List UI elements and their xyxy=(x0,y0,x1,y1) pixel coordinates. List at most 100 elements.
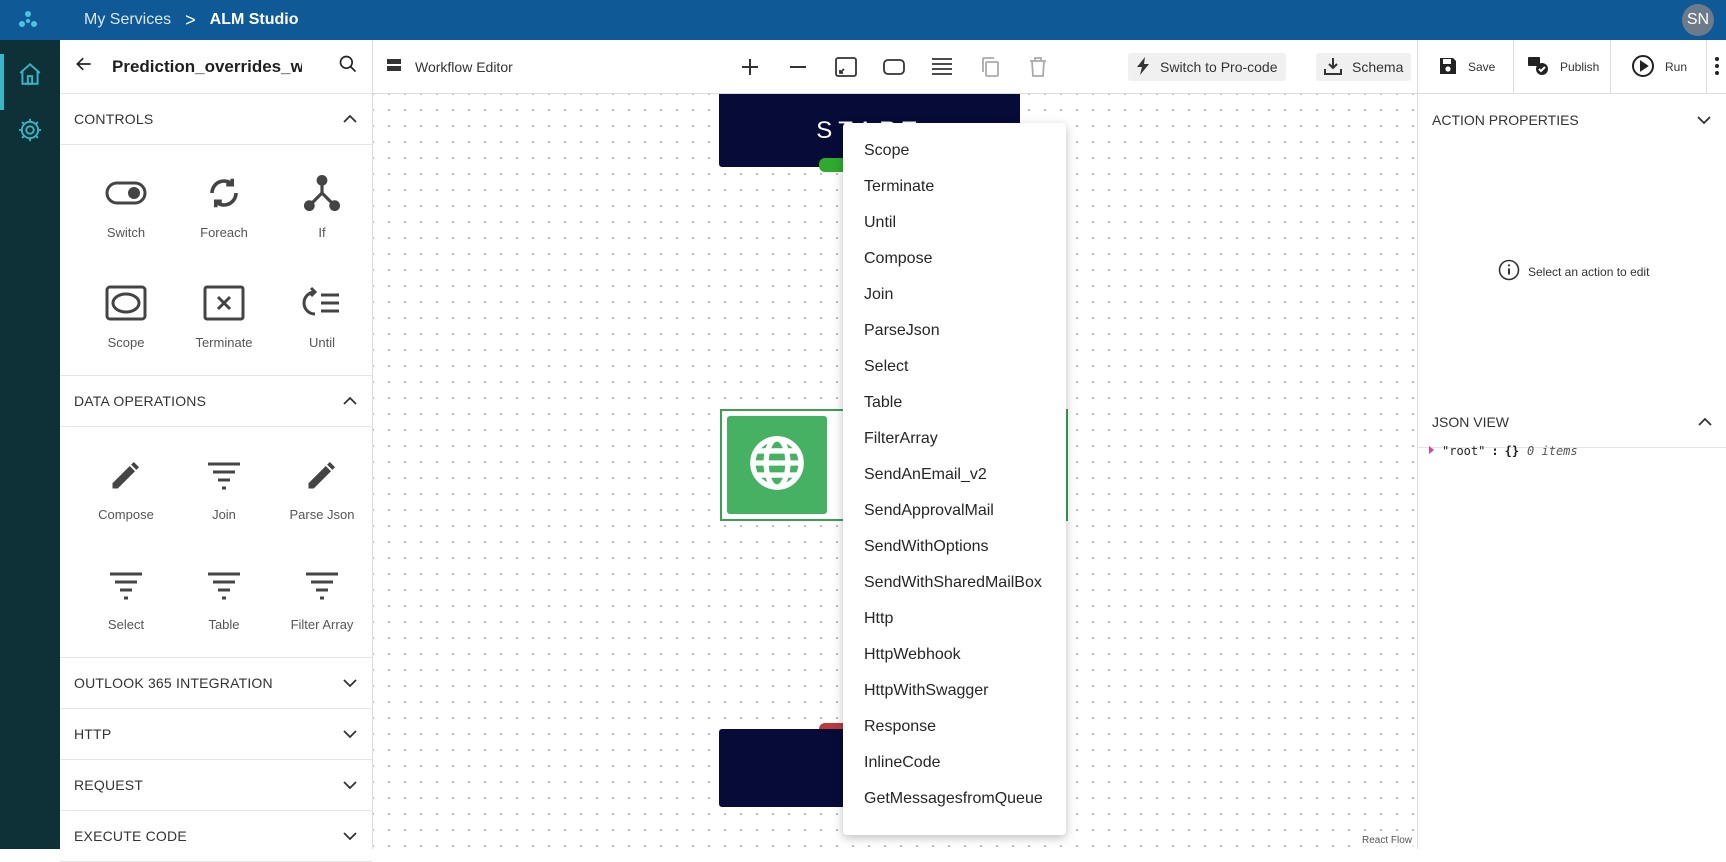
dropdown-item[interactable]: SendWithOptions xyxy=(843,529,1066,565)
dropdown-item[interactable]: HttpWebhook xyxy=(843,637,1066,673)
rail-settings[interactable] xyxy=(0,104,60,160)
http-node-badge xyxy=(727,416,827,514)
copy-icon[interactable] xyxy=(978,55,1002,79)
chevron-down-icon xyxy=(342,726,358,742)
section-data-operations-header[interactable]: DATA OPERATIONS xyxy=(60,376,372,427)
dropdown-item[interactable]: Table xyxy=(843,385,1066,421)
toolbar-title: Workflow Editor xyxy=(415,58,513,75)
list-lines-icon[interactable] xyxy=(930,55,954,79)
dropdown-item[interactable]: Until xyxy=(843,205,1066,241)
tile-if[interactable]: If xyxy=(273,155,371,265)
breadcrumb-my-services[interactable]: My Services xyxy=(84,11,171,29)
dropdown-item[interactable]: Scope xyxy=(843,133,1066,169)
json-root-line[interactable]: "root" : {} 0 items xyxy=(1428,444,1578,458)
switch-to-pro-code-button[interactable]: Switch to Pro-code xyxy=(1128,53,1286,81)
tile-label: If xyxy=(318,225,326,240)
tile-label: Filter Array xyxy=(290,617,354,632)
tile-switch[interactable]: Switch xyxy=(77,155,175,265)
dropdown-item[interactable]: HttpWithSwagger xyxy=(843,673,1066,709)
json-item-count: 0 items xyxy=(1527,444,1578,458)
dropdown-item[interactable]: Select xyxy=(843,349,1066,385)
chevron-down-icon xyxy=(342,777,358,793)
save-button[interactable]: Save xyxy=(1417,40,1513,94)
chevron-up-icon xyxy=(342,111,358,127)
app-logo-icon[interactable] xyxy=(0,0,56,40)
tile-parse-json[interactable]: Parse Json xyxy=(273,437,371,547)
trash-icon[interactable] xyxy=(1026,55,1050,79)
chevron-up-icon xyxy=(1697,414,1713,430)
filter-lines-icon xyxy=(202,563,246,607)
section-outlook-header[interactable]: OUTLOOK 365 INTEGRATION xyxy=(60,658,372,709)
tile-label: Compose xyxy=(98,507,154,522)
section-execute-code-header[interactable]: EXECUTE CODE xyxy=(60,811,372,862)
zoom-out-icon[interactable] xyxy=(786,55,810,79)
dropdown-item[interactable]: Http xyxy=(843,601,1066,637)
dropdown-item[interactable]: SendAnEmail_v2 xyxy=(843,457,1066,493)
toggle-switch-icon xyxy=(104,171,148,215)
tile-compose[interactable]: Compose xyxy=(77,437,175,547)
schema-label: Schema xyxy=(1352,59,1404,75)
home-icon xyxy=(17,61,43,92)
dropdown-item[interactable]: ParseJson xyxy=(843,313,1066,349)
json-view-header[interactable]: JSON VIEW xyxy=(1418,397,1726,448)
panel-header: Prediction_overrides_wc xyxy=(60,40,372,94)
json-root-value: {} xyxy=(1504,444,1520,458)
gear-icon xyxy=(16,116,44,149)
tile-label: Foreach xyxy=(200,225,248,240)
tile-label: Terminate xyxy=(195,335,253,350)
breadcrumb-separator: > xyxy=(185,9,196,30)
section-data-operations-title: DATA OPERATIONS xyxy=(74,393,207,409)
tile-table[interactable]: Table xyxy=(175,547,273,657)
chevron-down-icon xyxy=(1696,112,1712,128)
tile-until[interactable]: Until xyxy=(273,265,371,375)
hint-text: Select an action to edit xyxy=(1528,264,1650,279)
pencil-icon xyxy=(104,453,148,497)
schema-button[interactable]: Schema xyxy=(1316,53,1412,81)
rail-home[interactable] xyxy=(0,48,60,110)
section-http-header[interactable]: HTTP xyxy=(60,709,372,760)
left-rail xyxy=(0,40,60,849)
dropdown-item[interactable]: Compose xyxy=(843,241,1066,277)
section-request-header[interactable]: REQUEST xyxy=(60,760,372,811)
section-request-title: REQUEST xyxy=(74,777,144,793)
expand-triangle-icon[interactable] xyxy=(1428,444,1436,458)
zoom-in-icon[interactable] xyxy=(738,55,762,79)
action-properties-header[interactable]: ACTION PROPERTIES xyxy=(1418,94,1726,145)
tile-foreach[interactable]: Foreach xyxy=(175,155,273,265)
tile-label: Select xyxy=(107,617,145,632)
tile-label: Join xyxy=(212,507,236,522)
tile-filter-array[interactable]: Filter Array xyxy=(273,547,371,657)
publish-button[interactable]: Publish xyxy=(1513,40,1610,94)
more-options-button[interactable] xyxy=(1706,40,1726,94)
react-flow-attribution[interactable]: React Flow xyxy=(1358,834,1415,847)
frame-icon[interactable] xyxy=(882,55,906,79)
download-icon xyxy=(1324,57,1342,78)
section-outlook-title: OUTLOOK 365 INTEGRATION xyxy=(74,675,273,691)
user-avatar[interactable]: SN xyxy=(1682,4,1714,36)
dropdown-item[interactable]: FilterArray xyxy=(843,421,1066,457)
section-execute-code-title: EXECUTE CODE xyxy=(74,828,187,844)
tile-label: Parse Json xyxy=(289,507,355,522)
dropdown-item[interactable]: SendWithSharedMailBox xyxy=(843,565,1066,601)
section-controls-title: CONTROLS xyxy=(74,111,154,127)
run-button[interactable]: Run xyxy=(1610,40,1706,94)
tile-select[interactable]: Select xyxy=(77,547,175,657)
dropdown-item[interactable]: SendApprovalMail xyxy=(843,493,1066,529)
tile-scope[interactable]: Scope xyxy=(77,265,175,375)
dropdown-item[interactable]: InlineCode xyxy=(843,745,1066,781)
dropdown-item[interactable]: GetMessagesfromQueue xyxy=(843,781,1066,817)
dropdown-item[interactable]: Response xyxy=(843,709,1066,745)
back-arrow-icon[interactable] xyxy=(74,54,94,79)
dropdown-item[interactable]: Join xyxy=(843,277,1066,313)
fit-view-icon[interactable] xyxy=(834,55,858,79)
json-view-title: JSON VIEW xyxy=(1432,414,1510,430)
publish-label: Publish xyxy=(1560,60,1600,74)
dropdown-item[interactable]: Terminate xyxy=(843,169,1066,205)
tile-terminate[interactable]: Terminate xyxy=(175,265,273,375)
info-icon xyxy=(1498,259,1520,284)
tile-join[interactable]: Join xyxy=(175,437,273,547)
section-controls-header[interactable]: CONTROLS xyxy=(60,94,372,145)
filter-lines-icon xyxy=(104,563,148,607)
json-colon: : xyxy=(1491,444,1499,458)
search-icon[interactable] xyxy=(338,54,358,79)
